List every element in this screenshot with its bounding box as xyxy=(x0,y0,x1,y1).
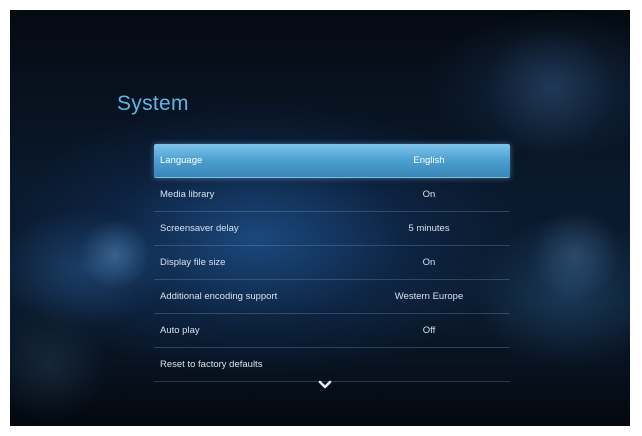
settings-screen: System Language English Media library On… xyxy=(10,10,630,426)
settings-menu: Language English Media library On Screen… xyxy=(154,144,510,382)
menu-item-label: Media library xyxy=(160,189,215,200)
menu-item-label: Screensaver delay xyxy=(160,223,239,234)
background-bokeh xyxy=(80,220,150,290)
menu-item-value: On xyxy=(422,189,436,200)
page-title: System xyxy=(117,92,189,115)
menu-item-value: On xyxy=(422,257,436,268)
menu-item-label: Language xyxy=(160,155,203,166)
menu-item-language[interactable]: Language English xyxy=(154,144,510,178)
menu-item-auto-play[interactable]: Auto play Off xyxy=(154,314,510,348)
background-bokeh xyxy=(10,310,110,420)
menu-item-label: Display file size xyxy=(160,257,226,268)
background-bokeh xyxy=(480,30,620,150)
menu-item-label: Auto play xyxy=(160,325,200,336)
background-bokeh xyxy=(530,210,620,300)
menu-item-label: Reset to factory defaults xyxy=(160,359,263,370)
menu-item-display-file-size[interactable]: Display file size On xyxy=(154,246,510,280)
menu-item-value: 5 minutes xyxy=(408,223,450,234)
menu-item-value: Western Europe xyxy=(394,291,464,302)
menu-item-value: Off xyxy=(422,325,436,336)
menu-item-reset-factory-defaults[interactable]: Reset to factory defaults xyxy=(154,348,510,382)
menu-item-value: English xyxy=(413,155,445,166)
chevron-down-icon[interactable] xyxy=(318,380,332,390)
menu-item-screensaver-delay[interactable]: Screensaver delay 5 minutes xyxy=(154,212,510,246)
menu-item-label: Additional encoding support xyxy=(160,291,278,302)
menu-item-encoding-support[interactable]: Additional encoding support Western Euro… xyxy=(154,280,510,314)
menu-item-media-library[interactable]: Media library On xyxy=(154,178,510,212)
